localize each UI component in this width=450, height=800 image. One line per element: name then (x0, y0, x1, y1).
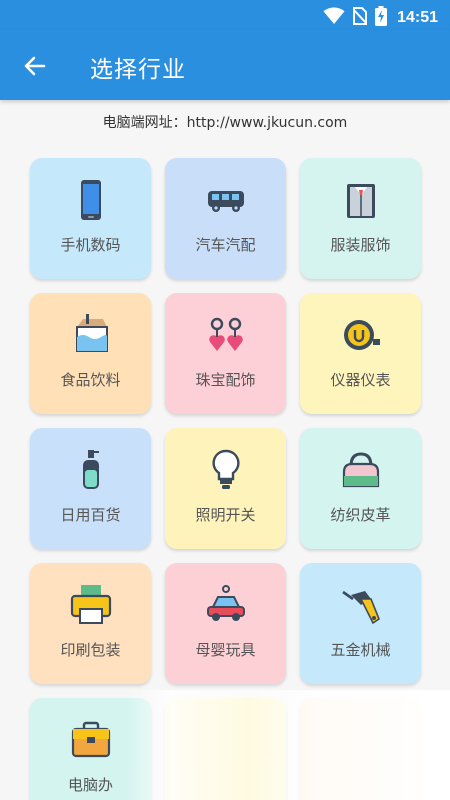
toy-car-icon (165, 583, 286, 627)
pc-site-url: 电脑端网址：http://www.jkucun.com (102, 115, 348, 131)
status-time: 14:51 (397, 9, 438, 26)
industry-label: 珠宝配饰 (195, 371, 256, 389)
smartphone-icon (30, 178, 151, 222)
printer-icon (30, 583, 151, 627)
industry-card-daily-goods[interactable]: 日用百货 (30, 428, 151, 549)
industry-label: 食品饮料 (60, 371, 121, 389)
arrow-left-icon (24, 56, 46, 76)
industry-label: 手机数码 (60, 236, 121, 254)
no-sim-icon (352, 7, 368, 29)
industry-card-baby-toys[interactable]: 母婴玩具 (165, 563, 286, 684)
industry-card-instruments[interactable]: 仪器仪表 (300, 293, 421, 414)
industry-card-food-beverage[interactable]: 食品饮料 (30, 293, 151, 414)
light-bulb-icon (165, 448, 286, 492)
industry-card-jewelry[interactable]: 珠宝配饰 (165, 293, 286, 414)
earrings-icon (165, 313, 286, 357)
tape-measure-icon (300, 313, 421, 357)
page-title: 选择行业 (90, 57, 186, 83)
industry-label: 电脑办 (67, 776, 113, 794)
industry-card-row5-right[interactable] (300, 698, 421, 800)
shirt-icon (300, 178, 421, 222)
app-bar: 选择行业 (0, 30, 450, 100)
industry-label: 汽车汽配 (195, 236, 256, 254)
handbag-icon (300, 448, 421, 492)
industry-label: 服装服饰 (330, 236, 391, 254)
drill-icon (300, 583, 421, 627)
industry-card-printing-packaging[interactable]: 印刷包装 (30, 563, 151, 684)
industry-label: 纺织皮革 (330, 506, 391, 524)
soap-bottle-icon (30, 448, 151, 492)
industry-label: 母婴玩具 (195, 641, 256, 659)
industry-card-textile-leather[interactable]: 纺织皮革 (300, 428, 421, 549)
industry-card-apparel[interactable]: 服装服饰 (300, 158, 421, 279)
industry-label: 仪器仪表 (330, 371, 391, 389)
industry-card-row5-middle[interactable] (165, 698, 286, 800)
industry-label: 印刷包装 (60, 641, 121, 659)
back-button[interactable] (14, 45, 56, 87)
status-bar: 14:51 (0, 0, 450, 30)
industry-label: 照明开关 (195, 506, 256, 524)
wifi-icon (323, 7, 345, 29)
milk-carton-icon (30, 313, 151, 357)
industry-card-hardware-machinery[interactable]: 五金机械 (300, 563, 421, 684)
industry-card-auto[interactable]: 汽车汽配 (165, 158, 286, 279)
industry-card-computer-office[interactable]: 电脑办 (30, 698, 151, 800)
industry-label: 日用百货 (60, 506, 121, 524)
bus-icon (165, 178, 286, 222)
industry-label: 五金机械 (330, 641, 391, 659)
battery-charging-icon (375, 6, 388, 30)
industry-card-lighting-switch[interactable]: 照明开关 (165, 428, 286, 549)
status-icons: 14:51 (323, 6, 438, 30)
industry-card-phone-digital[interactable]: 手机数码 (30, 158, 151, 279)
briefcase-icon (30, 718, 151, 762)
